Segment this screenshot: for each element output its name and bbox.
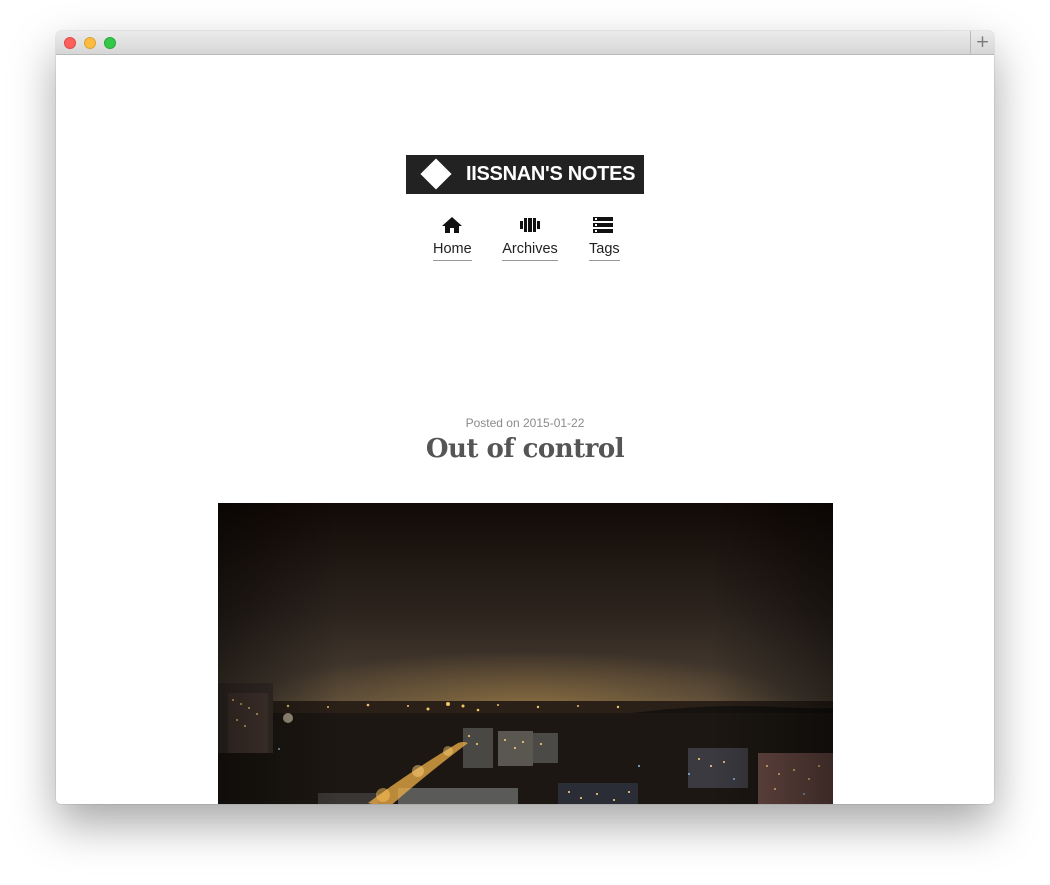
post-photo: [218, 503, 833, 804]
post-title[interactable]: Out of control: [56, 434, 994, 464]
minimize-window-button[interactable]: [84, 37, 96, 49]
archives-icon: [520, 218, 540, 232]
nav-item-home[interactable]: Home: [433, 214, 472, 261]
main-navigation: Home Archives Tags: [56, 214, 994, 270]
nav-label-home: Home: [433, 241, 472, 261]
post-date: 2015-01-22: [523, 416, 585, 430]
page-content: IISSNAN'S NOTES Home Archives Tags Poste…: [56, 55, 994, 804]
nav-label-tags: Tags: [589, 241, 620, 261]
diamond-logo-icon: [420, 158, 452, 190]
nav-item-archives[interactable]: Archives: [502, 214, 558, 261]
site-title: IISSNAN'S NOTES: [466, 163, 636, 185]
posted-on-label: Posted on: [465, 416, 520, 430]
nav-label-archives: Archives: [502, 241, 558, 261]
nav-item-tags[interactable]: Tags: [589, 214, 620, 261]
new-tab-button[interactable]: +: [970, 31, 994, 54]
close-window-button[interactable]: [64, 37, 76, 49]
site-logo-link[interactable]: IISSNAN'S NOTES: [406, 155, 644, 194]
browser-window: + IISSNAN'S NOTES Home Archives Tags Pos…: [56, 31, 994, 804]
maximize-window-button[interactable]: [104, 37, 116, 49]
home-icon: [442, 217, 462, 233]
title-bar: +: [56, 31, 994, 55]
post-meta: Posted on 2015-01-22: [56, 416, 994, 430]
night-cityscape-image: [218, 503, 833, 804]
tags-icon: [593, 217, 613, 233]
